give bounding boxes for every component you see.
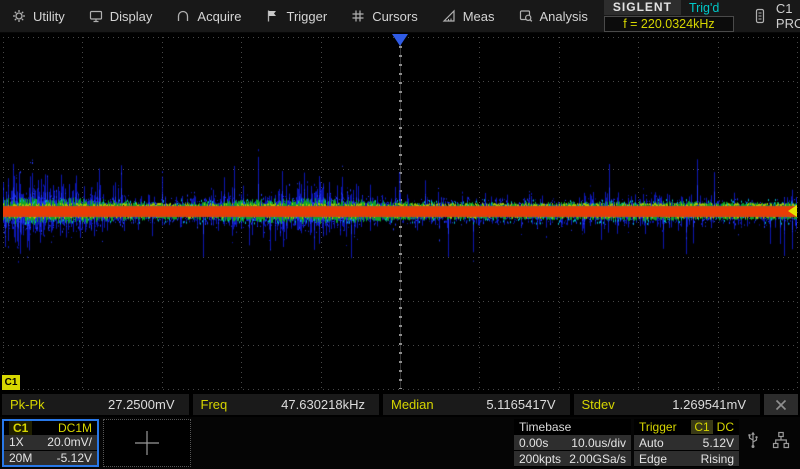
channel-attenuation: 1X	[9, 435, 24, 449]
probe-label: C1 PROBE	[776, 1, 800, 31]
measurement-label: Pk-Pk	[10, 397, 45, 412]
trigger-slope: Rising	[701, 452, 734, 466]
measurement-value: 27.2500mV	[108, 397, 175, 412]
menu-item-cursors[interactable]: Cursors	[339, 0, 430, 32]
trigger-level-marker[interactable]	[788, 205, 797, 217]
triangle-ruler-icon	[442, 9, 456, 23]
status-block: SIGLENT Trig'd f = 220.0324kHz	[600, 0, 738, 32]
measurement-label: Median	[391, 397, 434, 412]
menu-item-label: Cursors	[372, 9, 418, 24]
channel-offset: -5.12V	[57, 451, 92, 465]
trigger-level: 5.12V	[703, 436, 734, 450]
trigger-coupling: DC	[717, 420, 734, 434]
probe-menu-item[interactable]: C1 PROBE	[738, 0, 800, 32]
channel-coupling: DC1M	[58, 421, 92, 435]
crosshatch-icon	[351, 9, 365, 23]
measurement-pkpk[interactable]: Pk-Pk 27.2500mV	[2, 394, 189, 415]
plus-icon	[132, 428, 162, 458]
waveform-canvas	[3, 37, 797, 389]
menu-item-utility[interactable]: Utility	[0, 0, 77, 32]
flag-icon	[265, 9, 279, 23]
trigger-title: Trigger	[639, 420, 677, 434]
measurement-stdev[interactable]: Stdev 1.269541mV	[574, 394, 761, 415]
timebase-delay: 0.00s	[519, 436, 548, 450]
menu-item-label: Utility	[33, 9, 65, 24]
trigger-mode: Auto	[639, 436, 664, 450]
oscilloscope-screen: Utility Display Acquire Trigger	[0, 0, 800, 469]
close-icon	[774, 398, 788, 412]
trigger-position-marker[interactable]	[392, 34, 408, 46]
channel-offset-indicator[interactable]: C1	[2, 375, 20, 390]
menu-item-analysis[interactable]: Analysis	[507, 0, 600, 32]
measurements-close-button[interactable]	[764, 394, 798, 415]
channel1-descriptor-box[interactable]: C1 DC1M 1X 20.0mV/ 20M -5.12V	[2, 419, 99, 467]
probe-icon	[754, 8, 766, 24]
measurement-freq[interactable]: Freq 47.630218kHz	[193, 394, 380, 415]
menu-item-label: Trigger	[286, 9, 327, 24]
menu-item-trigger[interactable]: Trigger	[253, 0, 339, 32]
brand-logo: SIGLENT	[604, 0, 681, 15]
measurement-value: 1.269541mV	[672, 397, 746, 412]
timebase-scale: 10.0us/div	[571, 436, 626, 450]
trigger-status-badge: Trig'd	[681, 1, 727, 15]
measurement-label: Stdev	[582, 397, 615, 412]
trigger-box[interactable]: Trigger C1 DC Auto 5.12V Edge Rising	[634, 419, 739, 467]
timebase-title: Timebase	[519, 420, 571, 434]
monitor-icon	[89, 9, 103, 23]
menu-item-label: Acquire	[197, 9, 241, 24]
channel-name: C1	[9, 421, 32, 435]
menu-item-display[interactable]: Display	[77, 0, 165, 32]
acquire-arch-icon	[176, 9, 190, 23]
measurement-value: 47.630218kHz	[281, 397, 365, 412]
magnifier-doc-icon	[519, 9, 533, 23]
measurement-median[interactable]: Median 5.1165417V	[383, 394, 570, 415]
trigger-frequency-readout: f = 220.0324kHz	[604, 16, 734, 32]
timebase-points: 200kpts	[519, 452, 561, 466]
menu-item-label: Display	[110, 9, 153, 24]
top-menu-bar: Utility Display Acquire Trigger	[0, 0, 800, 33]
io-status-icons	[746, 431, 790, 449]
grid-area: C1	[0, 33, 800, 392]
gridline-vertical	[797, 37, 798, 389]
measurement-value: 5.1165417V	[486, 397, 555, 412]
trigger-type: Edge	[639, 452, 667, 466]
bottom-status-bar: C1 DC1M 1X 20.0mV/ 20M -5.12V Timebase 0…	[0, 417, 800, 469]
lan-icon[interactable]	[772, 431, 790, 449]
menu-item-label: Analysis	[540, 9, 588, 24]
timebase-box[interactable]: Timebase 0.00s 10.0us/div 200kpts 2.00GS…	[514, 419, 631, 467]
trigger-source: C1	[691, 420, 712, 434]
channel-scale: 20.0mV/	[47, 435, 92, 449]
channel-bandwidth: 20M	[9, 451, 32, 465]
timebase-samplerate: 2.00GSa/s	[569, 452, 626, 466]
menu-item-acquire[interactable]: Acquire	[164, 0, 253, 32]
measurement-bar: Pk-Pk 27.2500mV Freq 47.630218kHz Median…	[0, 392, 800, 417]
usb-icon[interactable]	[746, 431, 760, 449]
gridline-horizontal	[3, 389, 797, 390]
measurement-label: Freq	[201, 397, 228, 412]
menu-item-meas[interactable]: Meas	[430, 0, 507, 32]
add-channel-box[interactable]	[103, 419, 191, 467]
menu-item-label: Meas	[463, 9, 495, 24]
gear-icon	[12, 9, 26, 23]
